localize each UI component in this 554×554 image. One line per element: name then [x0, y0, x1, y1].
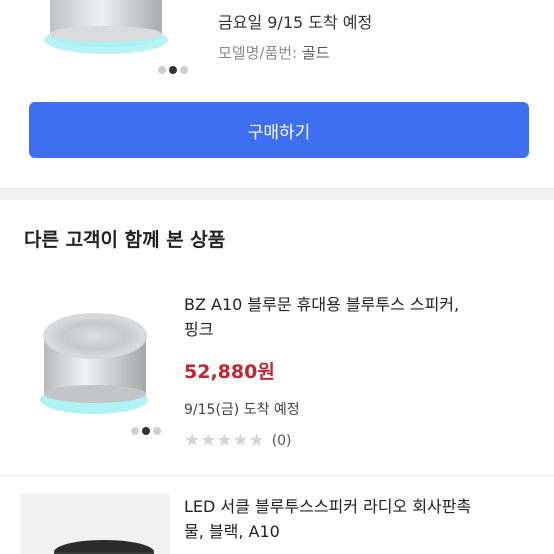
product-title[interactable]: LED 서클 블루투스스피커 라디오 회사판촉 물, 블랙, A10	[184, 494, 534, 544]
product-title-line: LED 서클 블루투스스피커 라디오 회사판촉	[184, 497, 472, 516]
product-image[interactable]	[20, 494, 170, 554]
top-image-carousel-dots[interactable]	[158, 66, 188, 74]
product-price: 52,880원	[184, 361, 275, 383]
product-card[interactable]: BZ A10 블루문 휴대용 블루투스 스피커, 핑크 52,880원 9/15…	[0, 280, 554, 476]
carousel-dot-icon[interactable]	[158, 66, 166, 74]
top-model-info: 모델명/품번: 골드	[218, 42, 330, 63]
review-count: (0)	[271, 433, 292, 449]
model-value: 골드	[301, 44, 330, 62]
product-image-carousel-dots[interactable]	[131, 427, 161, 435]
carousel-dot-icon[interactable]	[169, 66, 177, 74]
carousel-dot-icon[interactable]	[180, 66, 188, 74]
section-title: 다른 고객이 함께 본 상품	[24, 229, 226, 251]
product-title-line: BZ A10 블루문 휴대용 블루투스 스피커,	[184, 295, 460, 314]
model-label: 모델명/품번:	[218, 44, 302, 62]
buy-button[interactable]: 구매하기	[29, 102, 529, 158]
carousel-dot-icon[interactable]	[131, 427, 139, 435]
product-title-line: 물, 블랙, A10	[184, 522, 280, 541]
product-title[interactable]: BZ A10 블루문 휴대용 블루투스 스피커, 핑크	[184, 292, 534, 342]
carousel-dot-icon[interactable]	[142, 427, 150, 435]
product-card[interactable]: LED 서클 블루투스스피커 라디오 회사판촉 물, 블랙, A10	[0, 476, 554, 554]
product-rating: ★★★★★ (0)	[184, 431, 292, 451]
carousel-dot-icon[interactable]	[153, 427, 161, 435]
product-image[interactable]	[20, 300, 170, 425]
top-product-summary: 금요일 9/15 도착 예정 모델명/품번: 골드 구매하기	[0, 0, 554, 188]
section-divider	[0, 188, 554, 200]
star-icon: ★★★★★	[184, 430, 265, 451]
top-delivery-estimate: 금요일 9/15 도착 예정	[218, 13, 373, 32]
product-title-line: 핑크	[184, 320, 214, 339]
product-delivery-estimate: 9/15(금) 도착 예정	[184, 402, 300, 418]
top-product-image[interactable]	[28, 0, 188, 62]
